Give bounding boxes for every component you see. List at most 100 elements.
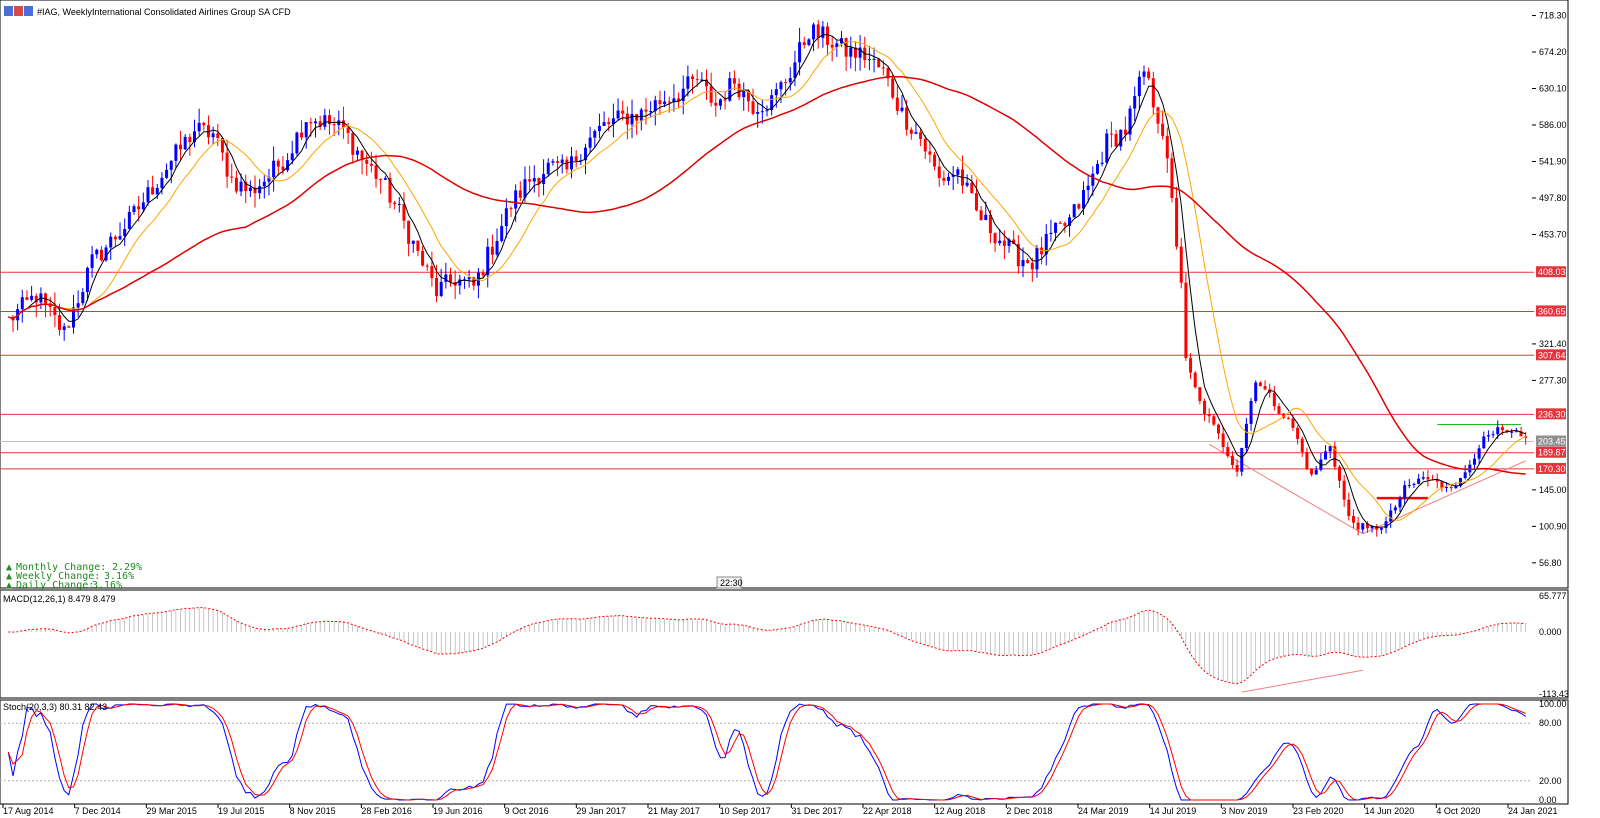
macd-tick-label: -113.43 [1539, 689, 1569, 699]
candle-body [1114, 133, 1118, 147]
candle-body [216, 133, 220, 139]
candle-body [211, 133, 215, 138]
candle-body [993, 233, 997, 244]
candle-body [1077, 204, 1081, 209]
candle-body [1249, 400, 1253, 424]
candle-body [25, 297, 29, 300]
candle-body [1203, 400, 1207, 415]
candle-body [435, 277, 439, 296]
candle-body [1156, 107, 1160, 124]
candle-body [1240, 447, 1244, 472]
candle-body [1170, 158, 1174, 198]
y-tick-label: 718.30 [1539, 11, 1567, 21]
time-axis: 17 Aug 2014 7 Dec 2014 29 Mar 2015 19 Jul 2… [2, 804, 1558, 816]
candle-body [826, 26, 830, 45]
candle-body [895, 97, 899, 111]
candle-body [1412, 483, 1416, 486]
candle-body [300, 132, 304, 138]
candle-body [1235, 465, 1239, 472]
x-tick-label: 2 Dec 2018 [1006, 806, 1052, 816]
candle-body [1095, 163, 1099, 174]
candle-body [639, 109, 643, 121]
candles-icon[interactable] [14, 6, 23, 16]
candle-body [290, 153, 294, 161]
bar-chart-icon[interactable] [4, 6, 13, 16]
candle-body [900, 107, 904, 111]
candle-body [867, 59, 871, 61]
candle-body [1472, 458, 1476, 465]
candle-body [1440, 481, 1444, 488]
candle-body [30, 295, 34, 300]
candle-body [1324, 451, 1328, 460]
candle-body [1142, 71, 1146, 77]
stoch-label: Stoch(20,3,3) 80.31 82.43 [3, 702, 107, 712]
change-summary: ▲ Monthly Change: 2.29% ▲ Weekly Change:… [6, 562, 142, 591]
line-chart-icon[interactable] [24, 6, 33, 16]
candle-body [258, 186, 262, 194]
candle-body [286, 160, 290, 171]
candle-body [62, 326, 66, 330]
candle-body [179, 144, 183, 150]
candle-body [616, 110, 620, 119]
candle-body [1421, 477, 1425, 479]
candle-body [1216, 424, 1220, 434]
candle-body [914, 132, 918, 134]
candle-body [430, 266, 434, 278]
stoch-tick-label: 80.00 [1539, 718, 1562, 728]
x-tick-label: 29 Jan 2017 [576, 806, 626, 816]
candle-body [546, 162, 550, 175]
candle-body [788, 78, 792, 83]
candle-body [1482, 436, 1486, 449]
candle-body [570, 156, 574, 170]
candle-body [933, 154, 937, 167]
candle-body [1049, 232, 1053, 234]
candle-body [518, 190, 522, 198]
macd-label: MACD(12,26,1) 8.479 8.479 [3, 594, 116, 604]
candle-body [1305, 451, 1309, 469]
candle-body [323, 115, 327, 127]
price-badge-text: 170.30 [1538, 464, 1566, 474]
candle-body [1072, 204, 1076, 218]
candle-body [118, 236, 122, 240]
candle-body [751, 101, 755, 114]
candle-body [979, 210, 983, 220]
candle-body [1198, 387, 1202, 401]
header: #IAG, Weekly: International Consolidated… [4, 6, 291, 17]
candle-body [691, 76, 695, 80]
macd-tick-label: 0.000 [1539, 627, 1562, 637]
candle-body [355, 150, 359, 155]
candle-body [1165, 135, 1169, 159]
candle-body [1337, 466, 1341, 481]
stoch-tick-label: 0.00 [1539, 795, 1557, 805]
candle-body [1463, 472, 1467, 479]
candle-body [421, 250, 425, 266]
x-tick-label: 19 Jun 2016 [433, 806, 483, 816]
candle-body [481, 272, 485, 276]
candle-body [784, 82, 788, 84]
candle-body [165, 169, 169, 178]
candle-body [1221, 433, 1225, 448]
y-tick-label: 674.20 [1539, 47, 1567, 57]
candle-body [383, 178, 387, 180]
price-badge-text: 408.03 [1538, 267, 1566, 277]
candle-body [495, 240, 499, 255]
candle-body [974, 193, 978, 211]
x-tick-label: 12 Aug 2018 [935, 806, 986, 816]
candle-body [151, 187, 155, 195]
x-tick-label: 19 Jul 2015 [218, 806, 265, 816]
y-tick-label: 100.90 [1539, 521, 1567, 531]
candle-body [1254, 382, 1258, 401]
candle-body [723, 99, 727, 101]
candle-body [574, 156, 578, 161]
candle-body [174, 144, 178, 161]
candle-body [90, 254, 94, 268]
candle-body [1105, 133, 1109, 163]
candle-body [816, 24, 820, 38]
x-tick-label: 7 Dec 2014 [75, 806, 121, 816]
x-tick-label: 10 Sep 2017 [720, 806, 771, 816]
candle-body [881, 67, 885, 69]
time-badge-text: 22:30 [720, 578, 743, 588]
stoch-tick-label: 100.00 [1539, 699, 1567, 709]
candle-body [1030, 262, 1034, 270]
candle-body [402, 203, 406, 221]
